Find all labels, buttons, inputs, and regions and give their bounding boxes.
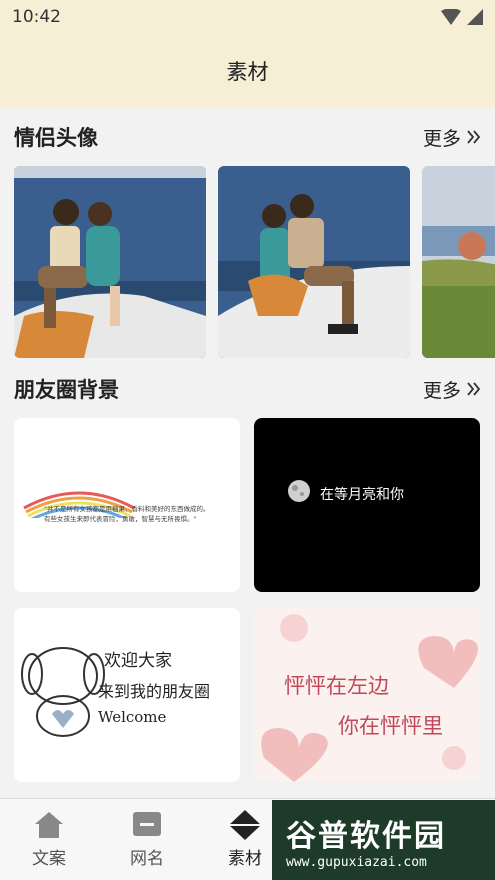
tab-label: 文案 xyxy=(32,849,66,869)
background-card[interactable]: 在等月亮和你 xyxy=(254,418,480,592)
quote-text: "并不是所有女孩都是用糖果、香料和美好的东西做成的。有些女孩生来即代表冒险，勇敢… xyxy=(44,505,210,523)
moments-background-grid: "并不是所有女孩都是用糖果、香料和美好的东西做成的。有些女孩生来即代表冒险，勇敢… xyxy=(0,418,495,782)
app-header: 素材 xyxy=(0,34,495,108)
background-card[interactable]: "并不是所有女孩都是用糖果、香料和美好的东西做成的。有些女孩生来即代表冒险，勇敢… xyxy=(14,418,240,592)
avatar-card[interactable] xyxy=(218,166,410,358)
landscape-photo-image xyxy=(422,166,495,358)
more-label: 更多 xyxy=(422,379,461,402)
more-label: 更多 xyxy=(422,127,461,150)
couple-photo-image xyxy=(218,166,410,358)
wifi-icon xyxy=(441,9,461,25)
tab-copywriting[interactable]: 文案 xyxy=(0,799,98,880)
welcome-line-3: Welcome xyxy=(98,708,167,726)
signal-icon xyxy=(467,9,483,25)
moon-icon xyxy=(288,480,310,502)
heart-text-line-1: 怦怦在左边 xyxy=(284,674,389,698)
materials-icon xyxy=(229,810,261,840)
more-link[interactable]: 更多 xyxy=(423,376,481,403)
section-moments-bg-header: 朋友圈背景 更多 xyxy=(0,360,495,418)
watermark-title: 谷普软件园 xyxy=(286,818,446,854)
section-title: 朋友圈背景 xyxy=(14,378,119,402)
more-link[interactable]: 更多 xyxy=(423,124,481,151)
card-icon xyxy=(133,812,161,836)
tab-label: 网名 xyxy=(130,849,164,869)
avatar-card[interactable] xyxy=(14,166,206,358)
page-title: 素材 xyxy=(226,60,269,84)
status-time: 10:42 xyxy=(12,7,61,27)
section-couple-avatars-header: 情侣头像 更多 xyxy=(0,108,495,166)
section-title: 情侣头像 xyxy=(14,126,98,150)
background-card[interactable]: 欢迎大家 来到我的朋友圈 Welcome xyxy=(14,608,240,782)
welcome-line-1: 欢迎大家 xyxy=(104,651,172,671)
couple-photo-image xyxy=(14,166,206,358)
double-chevron-right-icon xyxy=(467,382,481,396)
puppy-doodle-image xyxy=(21,647,105,737)
double-chevron-right-icon xyxy=(467,130,481,144)
home-icon xyxy=(35,812,63,838)
avatar-card[interactable] xyxy=(422,166,495,358)
status-bar: 10:42 xyxy=(0,0,495,34)
background-card[interactable]: 怦怦在左边 你在怦怦里 xyxy=(254,608,480,782)
watermark-logo: 谷普软件园 www.gupuxiazai.com xyxy=(272,800,495,880)
tab-nickname[interactable]: 网名 xyxy=(98,799,196,880)
moon-caption: 在等月亮和你 xyxy=(320,487,404,503)
couple-avatar-list xyxy=(0,166,495,360)
welcome-line-2: 来到我的朋友圈 xyxy=(98,682,211,701)
status-icons xyxy=(441,9,483,25)
watermark-url: www.gupuxiazai.com xyxy=(286,854,427,870)
heart-text-line-2: 你在怦怦里 xyxy=(338,714,443,738)
tab-label: 素材 xyxy=(228,849,262,869)
